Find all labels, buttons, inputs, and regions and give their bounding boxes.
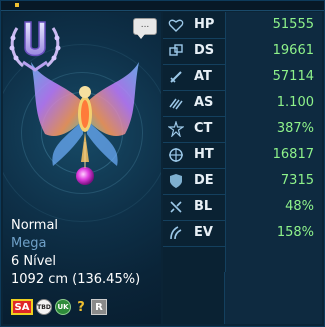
stats-filler — [225, 272, 322, 324]
stat-label: BL — [194, 199, 213, 214]
question-badge-icon[interactable]: ? — [74, 299, 88, 315]
stat-label: CT — [194, 121, 213, 136]
stat-value: 57114 — [225, 64, 322, 90]
speech-bubble-icon[interactable]: ... — [133, 18, 157, 39]
stat-value-empty — [225, 246, 322, 272]
stat-value: 16817 — [225, 142, 322, 168]
uk-badge-icon[interactable]: UK — [55, 299, 71, 315]
stat-label: AT — [194, 69, 212, 84]
r-badge-icon[interactable]: R — [91, 299, 107, 315]
stat-label: DS — [194, 43, 215, 58]
digimon-type: Normal — [11, 218, 59, 233]
stat-value: 19661 — [225, 38, 322, 64]
stat-label: HP — [194, 17, 215, 32]
stat-label: AS — [194, 95, 214, 110]
status-window: U ... Normal Mega 6 Nível 1092 cm (136.4… — [0, 0, 325, 327]
sa-badge-icon[interactable]: SA — [11, 299, 33, 315]
stat-value: 158% — [225, 220, 322, 246]
stat-value: 51555 — [225, 12, 322, 38]
stat-row-de: DE 7315 — [163, 168, 322, 195]
character-info: Normal Mega 6 Nível 1092 cm (136.45%) — [11, 217, 140, 289]
stat-value: 1.100 — [225, 90, 322, 116]
stat-row-hp: HP 51555 — [163, 12, 322, 39]
stat-value: 48% — [225, 194, 322, 220]
sword-icon — [163, 64, 189, 90]
digimon-stage: Mega — [11, 236, 47, 251]
stat-row-ev: EV 158% — [163, 220, 322, 247]
title-marker — [15, 3, 19, 7]
digimon-size: 1092 cm (136.45%) — [11, 272, 141, 287]
stat-row-empty — [163, 246, 322, 273]
critical-icon — [163, 116, 189, 142]
stat-row-ht: HT 16817 — [163, 142, 322, 169]
shield-icon — [163, 168, 189, 194]
stat-row-bl: BL 48% — [163, 194, 322, 221]
digisoul-icon — [163, 38, 189, 64]
digimon-level: 6 Nível — [11, 254, 57, 269]
stat-label: HT — [194, 147, 214, 162]
character-panel: U ... Normal Mega 6 Nível 1092 cm (136.4… — [3, 12, 161, 324]
tbd-badge-icon[interactable]: TBD — [36, 299, 52, 315]
stats-filler — [163, 272, 225, 324]
rank-u-wreath-icon: U — [9, 21, 61, 72]
crosshair-icon — [163, 142, 189, 168]
stat-row-at: AT 57114 — [163, 64, 322, 91]
stat-value: 387% — [225, 116, 322, 142]
stat-row-ct: CT 387% — [163, 116, 322, 143]
stat-label: EV — [194, 225, 213, 240]
stat-label: DE — [194, 173, 214, 188]
block-icon — [163, 194, 189, 220]
attribute-badges: SA TBD UK ? R — [11, 298, 107, 316]
stat-value: 7315 — [225, 168, 322, 194]
stats-table: HP 51555 DS 19661 AT 57114 AS 1.100 CT 3… — [163, 12, 322, 324]
chat-icon-text: ... — [140, 20, 150, 30]
heart-icon — [163, 12, 189, 38]
stat-row-ds: DS 19661 — [163, 38, 322, 65]
title-bar[interactable] — [1, 1, 324, 11]
stat-row-as: AS 1.100 — [163, 90, 322, 117]
evade-icon — [163, 220, 189, 246]
attack-speed-icon — [163, 90, 189, 116]
